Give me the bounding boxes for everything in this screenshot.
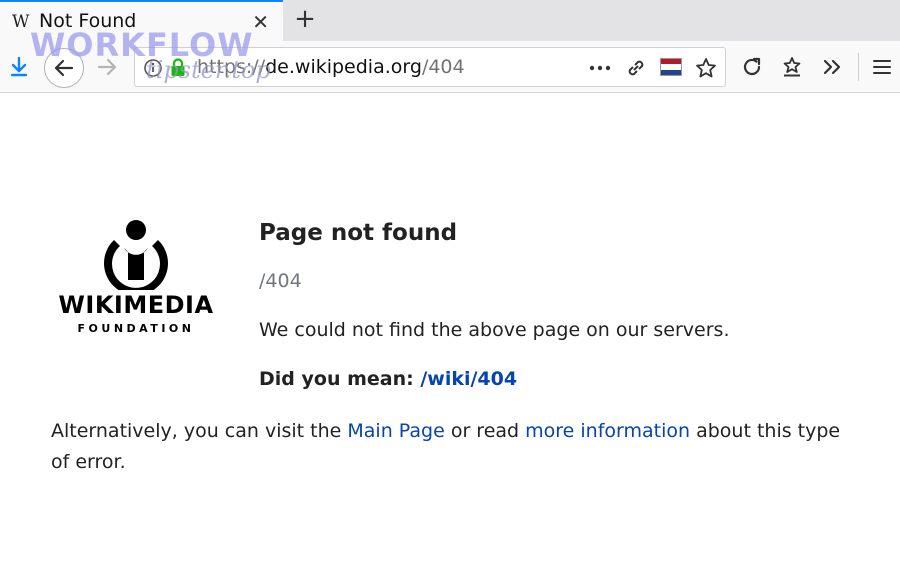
logo-wordmark: WIKIMEDIA — [58, 291, 214, 319]
reload-icon[interactable] — [739, 54, 765, 80]
arrow-left-icon — [54, 59, 74, 77]
did-you-mean: Did you mean: /wiki/404 — [259, 368, 518, 390]
logo-subtitle: FOUNDATION — [77, 322, 195, 335]
requested-path: /404 — [259, 270, 302, 292]
chevron-double-right-icon[interactable] — [819, 54, 847, 80]
hamburger-menu-icon[interactable] — [868, 54, 896, 80]
suggestion-link[interactable]: /wiki/404 — [420, 368, 517, 390]
link-icon[interactable] — [623, 56, 649, 80]
flag-icon[interactable] — [659, 57, 683, 77]
page-title: Page not found — [259, 220, 458, 246]
alternative-text: Alternatively, you can visit the Main Pa… — [51, 420, 841, 473]
wikipedia-w-icon: W — [12, 12, 30, 32]
more-information-link[interactable]: more information — [525, 420, 690, 442]
tab-strip: W Not Found ✕ + — [0, 0, 900, 41]
wikimedia-logo: WIKIMEDIA FOUNDATION — [56, 218, 216, 338]
page-actions-icon[interactable] — [587, 57, 613, 79]
forward-button[interactable] — [94, 54, 120, 80]
lock-icon[interactable] — [169, 57, 187, 77]
download-icon[interactable] — [6, 54, 32, 80]
tab-title: Not Found — [39, 10, 137, 32]
new-tab-button[interactable]: + — [290, 4, 320, 34]
tab-not-found[interactable]: W Not Found ✕ — [0, 0, 283, 41]
bookmark-star-icon[interactable] — [693, 56, 719, 80]
main-page-link[interactable]: Main Page — [347, 420, 444, 442]
close-icon[interactable]: ✕ — [252, 10, 269, 34]
navigation-bar: https://de.wikipedia.org/404 — [0, 41, 900, 93]
info-icon[interactable] — [143, 58, 163, 78]
back-button[interactable] — [44, 48, 84, 88]
error-message: We could not find the above page on our … — [259, 319, 730, 341]
arrow-right-icon — [97, 58, 117, 76]
pocket-icon[interactable] — [779, 54, 805, 80]
wikimedia-emblem-icon — [104, 220, 168, 296]
toolbar-separator — [858, 53, 859, 81]
url-text[interactable]: https://de.wikipedia.org/404 — [197, 56, 465, 78]
url-bar[interactable]: https://de.wikipedia.org/404 — [134, 47, 726, 87]
